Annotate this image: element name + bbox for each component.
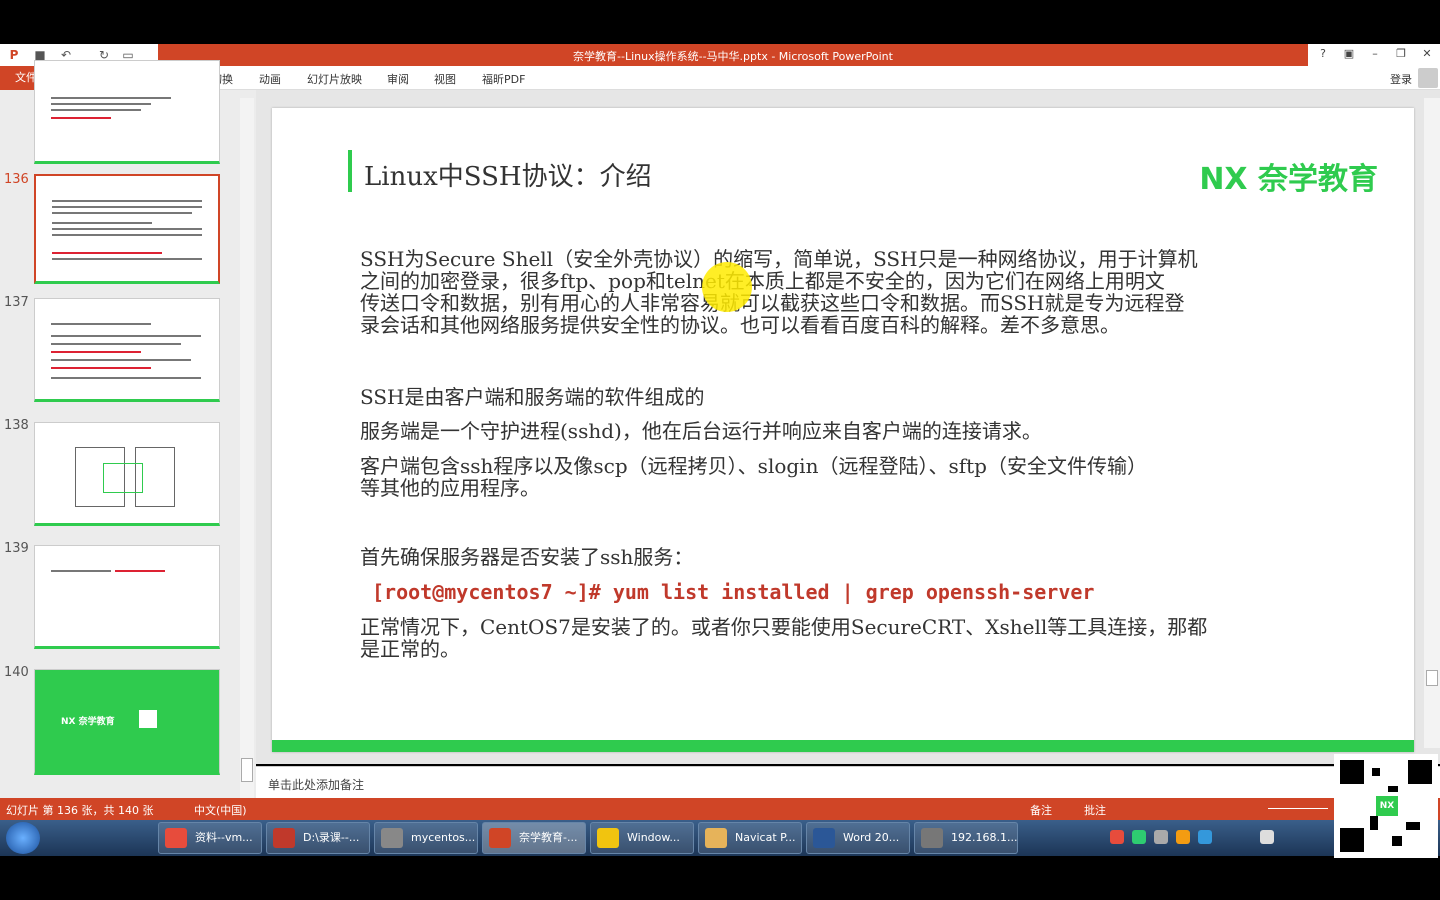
check-install-line[interactable]: 首先确保服务器是否安装了ssh服务：: [360, 546, 693, 568]
restore-button[interactable]: ❐: [1392, 47, 1410, 63]
slide-number: 137: [4, 295, 29, 310]
notes-pane[interactable]: 单击此处添加备注: [256, 766, 1440, 798]
status-bar: 幻灯片 第 136 张，共 140 张 中文(中国) 备注 批注: [0, 798, 1440, 820]
slide-thumbnail[interactable]: [34, 298, 220, 402]
zoom-slider[interactable]: [1268, 808, 1328, 809]
taskbar-item[interactable]: D:\录课--...: [266, 822, 370, 854]
components-line[interactable]: SSH是由客户端和服务端的软件组成的: [360, 386, 705, 408]
window-title: 奈学教育--Linux操作系统--马中华.pptx - Microsoft Po…: [573, 50, 893, 63]
slide-count: 幻灯片 第 136 张，共 140 张: [6, 804, 154, 817]
pointer-highlight: [702, 262, 752, 312]
slide-thumbnail[interactable]: [34, 60, 220, 164]
slide-number: 140: [4, 665, 29, 680]
slide-title[interactable]: Linux中SSH协议：介绍: [364, 156, 652, 193]
taskbar-item[interactable]: mycentos...: [374, 822, 478, 854]
slide-thumbnail[interactable]: [34, 545, 220, 649]
start-button[interactable]: [6, 822, 40, 854]
comments-button[interactable]: 批注: [1084, 802, 1106, 818]
taskbar-item-active[interactable]: 奈学教育-...: [482, 822, 586, 854]
normal-case-line[interactable]: 正常情况下，CentOS7是安装了的。或者你只要能使用SecureCRT、Xsh…: [360, 616, 1207, 660]
taskbar-item[interactable]: 192.168.1...: [914, 822, 1018, 854]
minimize-button[interactable]: –: [1366, 47, 1384, 63]
client-line[interactable]: 客户端包含ssh程序以及像scp（远程拷贝）、slogin（远程登陆）、sftp…: [360, 455, 1147, 499]
server-line[interactable]: 服务端是一个守护进程(sshd)，他在后台运行并响应来自客户端的连接请求。: [360, 420, 1042, 442]
language-indicator[interactable]: 中文(中国): [194, 802, 247, 818]
slide-thumbnail[interactable]: NX 奈学教育: [34, 669, 220, 775]
taskbar-item[interactable]: 资料--vm...: [158, 822, 262, 854]
slide-number: 136: [4, 172, 29, 187]
slide-bottom-bar: [272, 740, 1414, 752]
volume-icon[interactable]: [1260, 830, 1274, 844]
title-accent-bar: [348, 150, 352, 192]
powerpoint-logo-icon: P: [9, 48, 19, 62]
tray-icon[interactable]: [1198, 830, 1212, 844]
intro-paragraph[interactable]: SSH为Secure Shell（安全外壳协议）的缩写，简单说，SSH只是一种网…: [360, 248, 1198, 336]
close-button[interactable]: ✕: [1418, 47, 1436, 63]
slide-number: 138: [4, 418, 29, 433]
tab-review[interactable]: 审阅: [387, 71, 409, 87]
slide-number: 139: [4, 541, 29, 556]
notes-button[interactable]: 备注: [1030, 802, 1052, 818]
taskbar-item[interactable]: Window...: [590, 822, 694, 854]
yum-command[interactable]: [root@mycentos7 ~]# yum list installed |…: [372, 580, 1094, 604]
slide-thumbnail[interactable]: [34, 422, 220, 526]
taskbar-item[interactable]: Navicat P...: [698, 822, 802, 854]
slide-thumbnail-selected[interactable]: [34, 174, 220, 284]
slide-canvas[interactable]: Linux中SSH协议：介绍 NX 奈学教育 SSH为Secure Shell（…: [272, 108, 1414, 752]
login-link[interactable]: 登录: [1390, 71, 1412, 87]
user-avatar-icon[interactable]: [1418, 68, 1438, 88]
ribbon-display-icon[interactable]: ▣: [1340, 47, 1358, 63]
qr-code-overlay: NX: [1334, 754, 1438, 858]
tray-icon[interactable]: [1110, 830, 1124, 844]
tab-view[interactable]: 视图: [434, 71, 456, 87]
tab-animations[interactable]: 动画: [259, 71, 281, 87]
slide-thumbnail-pane: 136 137 138 139 140 NX 奈学教育: [0, 60, 256, 798]
taskbar-item[interactable]: Word 20...: [806, 822, 910, 854]
tray-icon[interactable]: [1176, 830, 1190, 844]
slide-scrollbar[interactable]: [1424, 98, 1440, 748]
thumbnail-scrollbar[interactable]: [240, 98, 254, 798]
tab-foxit-pdf[interactable]: 福昕PDF: [482, 71, 525, 87]
notes-placeholder[interactable]: 单击此处添加备注: [268, 776, 364, 793]
help-button[interactable]: ?: [1314, 47, 1332, 63]
brand-logo: NX 奈学教育: [1199, 162, 1378, 197]
windows-taskbar: 资料--vm... D:\录课--... mycentos... 奈学教育-..…: [0, 820, 1440, 856]
tab-slideshow[interactable]: 幻灯片放映: [307, 71, 362, 87]
tray-icon[interactable]: [1154, 830, 1168, 844]
tray-icon[interactable]: [1132, 830, 1146, 844]
